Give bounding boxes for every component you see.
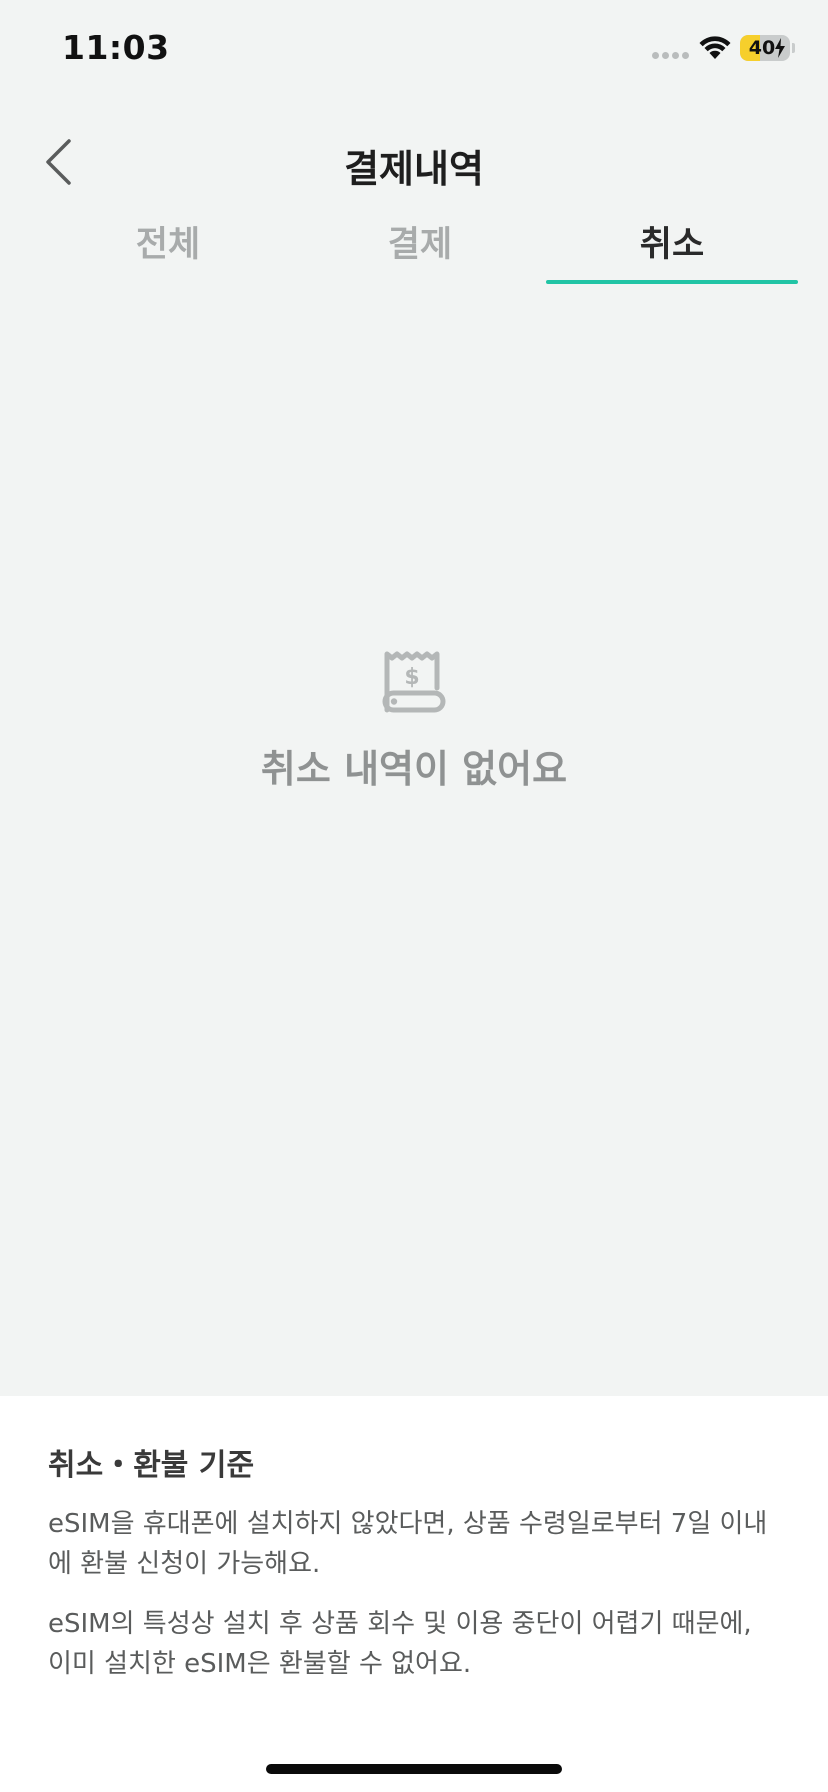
empty-message: 취소 내역이 없어요 [260,747,568,791]
header: 결제내역 [0,120,828,210]
battery-indicator: 40 [740,35,790,61]
tab-bar: 전체 결제 취소 [42,212,798,284]
tab-all[interactable]: 전체 [42,212,294,284]
home-indicator[interactable] [266,1764,562,1774]
refund-policy-panel: 취소・환불 기준 eSIM을 휴대폰에 설치하지 않았다면, 상품 수령일로부터… [0,1396,828,1792]
charging-bolt-icon [775,38,785,58]
svg-text:$: $ [404,665,419,690]
tab-payment[interactable]: 결제 [294,212,546,284]
refund-policy-title: 취소・환불 기준 [48,1448,255,1483]
receipt-icon: $ [382,651,446,713]
refund-policy-paragraph: eSIM을 휴대폰에 설치하지 않았다면, 상품 수령일로부터 7일 이내에 환… [48,1509,768,1579]
screen: 11:03 40 결제내역 전체 결제 취소 $ 취소 내역이 없어요 취소・환… [0,0,828,1792]
page-title: 결제내역 [344,147,484,191]
status-time: 11:03 [62,28,170,67]
battery-cap [792,43,795,53]
cellular-signal-icon [652,52,689,59]
wifi-icon [699,36,731,59]
tab-cancel[interactable]: 취소 [546,212,798,284]
refund-policy-paragraph: eSIM의 특성상 설치 후 상품 회수 및 이용 중단이 어렵기 때문에, 이… [48,1609,752,1679]
status-bar: 11:03 40 [0,0,828,100]
empty-state: $ 취소 내역이 없어요 [0,650,828,793]
